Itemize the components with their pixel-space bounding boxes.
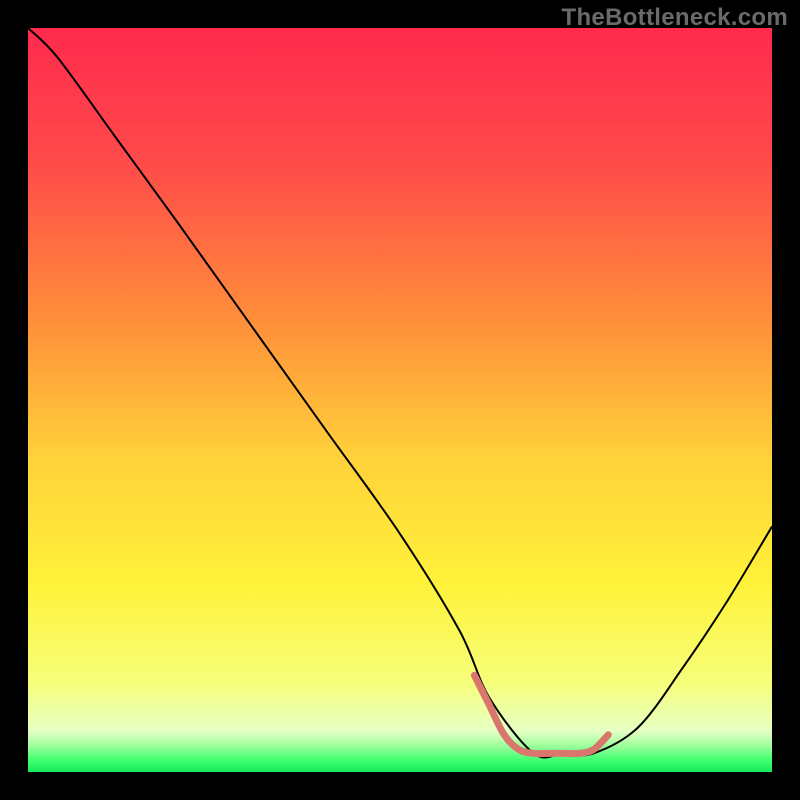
plot-frame [28, 28, 772, 772]
chart-stage: TheBottleneck.com [0, 0, 800, 800]
plot-svg [28, 28, 772, 772]
attribution-label: TheBottleneck.com [562, 4, 788, 32]
gradient-background [28, 28, 772, 772]
